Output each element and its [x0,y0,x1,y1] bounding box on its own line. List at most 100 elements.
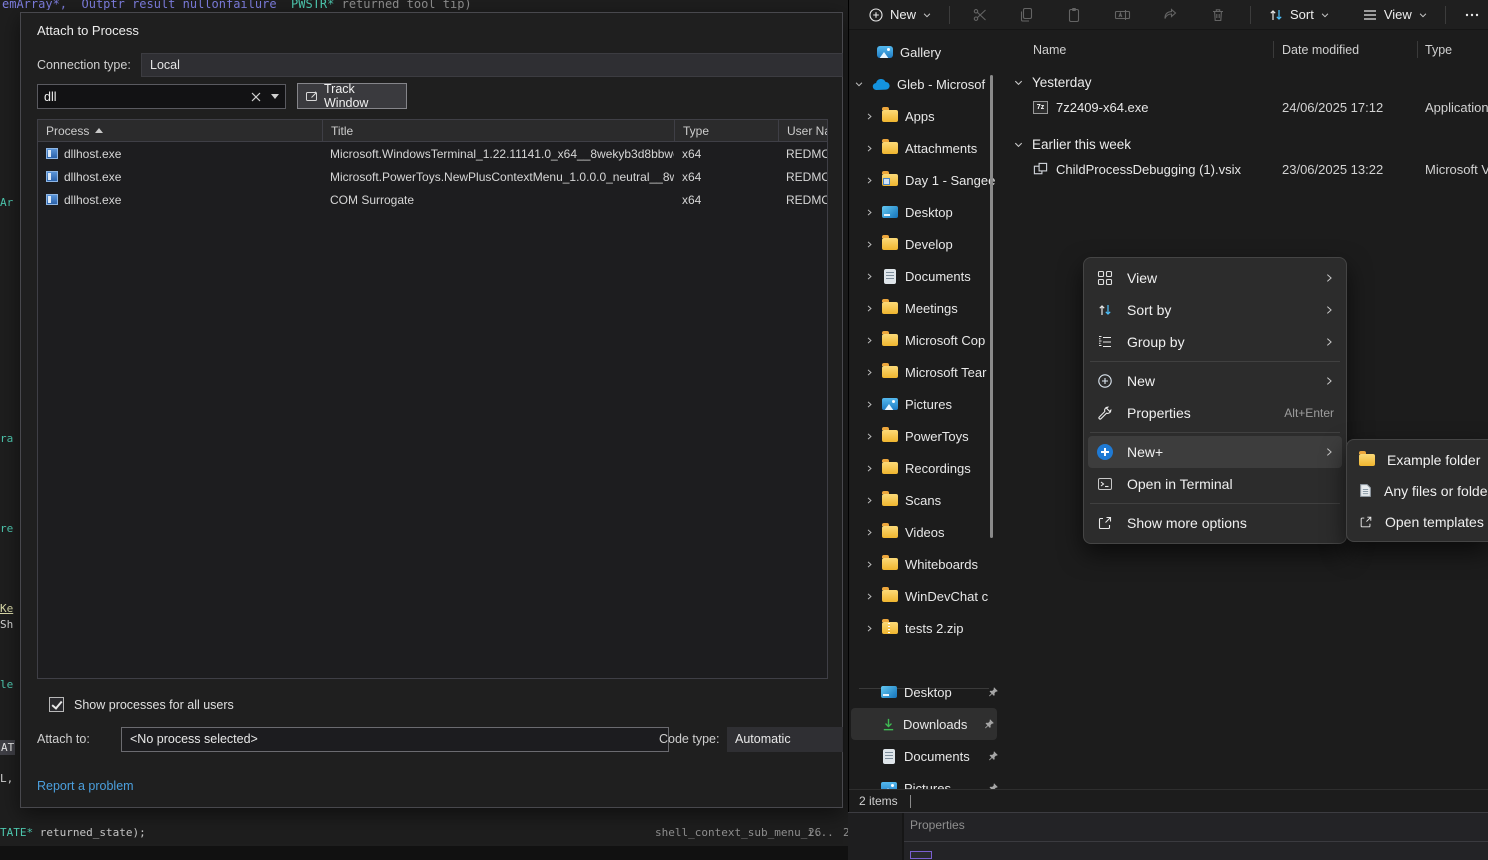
process-row[interactable]: dllhost.exe COM Surrogate x64 REDMOND [38,188,827,211]
plus-circle-icon [1096,373,1114,389]
sort-button[interactable]: Sort [1259,1,1339,29]
chevron-right-icon[interactable] [863,464,875,473]
chevron-right-icon[interactable] [863,304,875,313]
sidebar-item-documents[interactable]: Documents [849,260,1001,292]
sidebar-item-recordings[interactable]: Recordings [849,452,1001,484]
chevron-down-icon[interactable] [1013,139,1024,150]
sidebar-item-microsoft-cop[interactable]: Microsoft Cop [849,324,1001,356]
column-header-user[interactable]: User Name [778,120,827,141]
sidebar-item-apps[interactable]: Apps [849,100,1001,132]
chevron-right-icon[interactable] [863,528,875,537]
chevron-right-icon[interactable] [863,432,875,441]
menu-item-properties[interactable]: Properties Alt+Enter [1088,397,1342,429]
new-button[interactable]: New [859,1,941,29]
chevron-right-icon[interactable] [863,496,875,505]
sidebar-item-whiteboards[interactable]: Whiteboards [849,548,1001,580]
chevron-right-icon[interactable] [863,240,875,249]
focused-property-field[interactable] [910,851,932,859]
chevron-right-icon[interactable] [863,368,875,377]
delete-icon[interactable] [1206,1,1230,29]
more-options-icon[interactable] [1460,1,1484,29]
menu-item-open-in-terminal[interactable]: Open in Terminal [1088,468,1342,500]
sidebar-item-videos[interactable]: Videos [849,516,1001,548]
chevron-right-icon[interactable] [863,272,875,281]
connection-type-combobox[interactable]: Local [141,53,843,77]
chevron-right-icon[interactable] [863,176,875,185]
chevron-down-icon[interactable] [853,79,865,89]
sidebar-item-powertoys[interactable]: PowerToys [849,420,1001,452]
chevron-down-icon [1320,10,1330,20]
chevron-right-icon[interactable] [863,112,875,121]
menu-item-show-more-options[interactable]: Show more options [1088,507,1342,539]
view-button[interactable]: View [1353,1,1437,29]
cut-icon[interactable] [968,1,992,29]
sidebar-item-onedrive[interactable]: Gleb - Microsof [849,68,1001,100]
column-separator[interactable] [1273,41,1274,58]
column-separator[interactable] [1417,41,1418,58]
file-row-7z[interactable]: 7z 7z2409-x64.exe 24/06/2025 17:12 Appli… [1009,93,1488,121]
sidebar-item-meetings[interactable]: Meetings [849,292,1001,324]
code-fragment: Ar [0,196,13,209]
chevron-right-icon[interactable] [863,208,875,217]
submenu-item-any-files[interactable]: Any files or folde [1351,475,1488,506]
checkbox-checked-icon[interactable] [49,697,64,712]
column-header-type[interactable]: Type [674,120,778,141]
codelens-reference[interactable]: shell_context_sub_menu_i... [655,826,834,839]
file-row-vsix[interactable]: ChildProcessDebugging (1).vsix 23/06/202… [1009,155,1488,183]
menu-item-view[interactable]: View [1088,262,1342,294]
menu-item-group-by[interactable]: Group by [1088,326,1342,358]
process-filter-input[interactable]: dll [37,84,286,109]
process-row[interactable]: dllhost.exe Microsoft.PowerToys.NewPlusC… [38,165,827,188]
column-header-date[interactable]: Date modified [1282,43,1425,57]
sidebar-item-tests-zip[interactable]: tests 2.zip [849,612,1001,644]
filter-dropdown-icon[interactable] [271,94,279,99]
sidebar-item-gallery[interactable]: Gallery [849,36,1001,68]
code-type-combobox[interactable]: Automatic [727,727,843,752]
sidebar-item-downloads-pinned[interactable]: Downloads [851,708,997,740]
sidebar-item-windevchat[interactable]: WinDevChat c [849,580,1001,612]
code-fragment: L, [0,772,13,785]
menu-item-new[interactable]: New [1088,365,1342,397]
submenu-item-open-templates[interactable]: Open templates [1351,506,1488,537]
chevron-right-icon[interactable] [863,624,875,633]
chevron-right-icon[interactable] [863,144,875,153]
codelens-count[interactable]: 26 [808,826,821,839]
sidebar-scrollbar[interactable] [990,75,993,538]
menu-item-new-plus[interactable]: New+ [1088,436,1342,468]
copy-icon[interactable] [1014,1,1038,29]
process-row[interactable]: dllhost.exe Microsoft.WindowsTerminal_1.… [38,142,827,165]
attach-to-field[interactable]: <No process selected> [121,727,669,752]
sidebar-item-microsoft-tear[interactable]: Microsoft Tear [849,356,1001,388]
group-header-yesterday[interactable]: Yesterday [1009,71,1488,93]
chevron-right-icon[interactable] [863,592,875,601]
sidebar-item-documents-pinned[interactable]: Documents [849,740,1001,772]
code-token: returned_state); [40,826,146,839]
chevron-right-icon[interactable] [863,560,875,569]
paste-icon[interactable] [1062,1,1086,29]
column-header-name[interactable]: Name [1033,43,1282,57]
chevron-right-icon[interactable] [863,400,875,409]
column-header-process[interactable]: Process [38,120,322,141]
sidebar-item-day1[interactable]: Day 1 - Sangee [849,164,1001,196]
chevron-down-icon[interactable] [1013,77,1024,88]
sidebar-item-develop[interactable]: Develop [849,228,1001,260]
clear-filter-icon[interactable] [247,83,265,111]
column-header-type[interactable]: Type [1425,43,1488,57]
chevron-right-icon[interactable] [863,336,875,345]
sidebar-item-pictures[interactable]: Pictures [849,388,1001,420]
show-all-users-checkbox-row[interactable]: Show processes for all users [49,697,234,712]
menu-item-sort-by[interactable]: Sort by [1088,294,1342,326]
track-window-button[interactable]: Track Window [297,83,407,109]
sidebar-item-pictures-pinned[interactable]: Pictures [849,772,1001,789]
sort-icon [1268,7,1284,23]
sidebar-item-desktop-pinned[interactable]: Desktop [849,676,1001,708]
sidebar-item-scans[interactable]: Scans [849,484,1001,516]
share-icon[interactable] [1158,1,1182,29]
rename-icon[interactable] [1110,1,1134,29]
sidebar-item-desktop[interactable]: Desktop [849,196,1001,228]
sidebar-item-attachments[interactable]: Attachments [849,132,1001,164]
column-header-title[interactable]: Title [322,120,674,141]
submenu-item-example-folder[interactable]: Example folder [1351,444,1488,475]
report-problem-link[interactable]: Report a problem [37,779,134,793]
group-header-earlier[interactable]: Earlier this week [1009,133,1488,155]
